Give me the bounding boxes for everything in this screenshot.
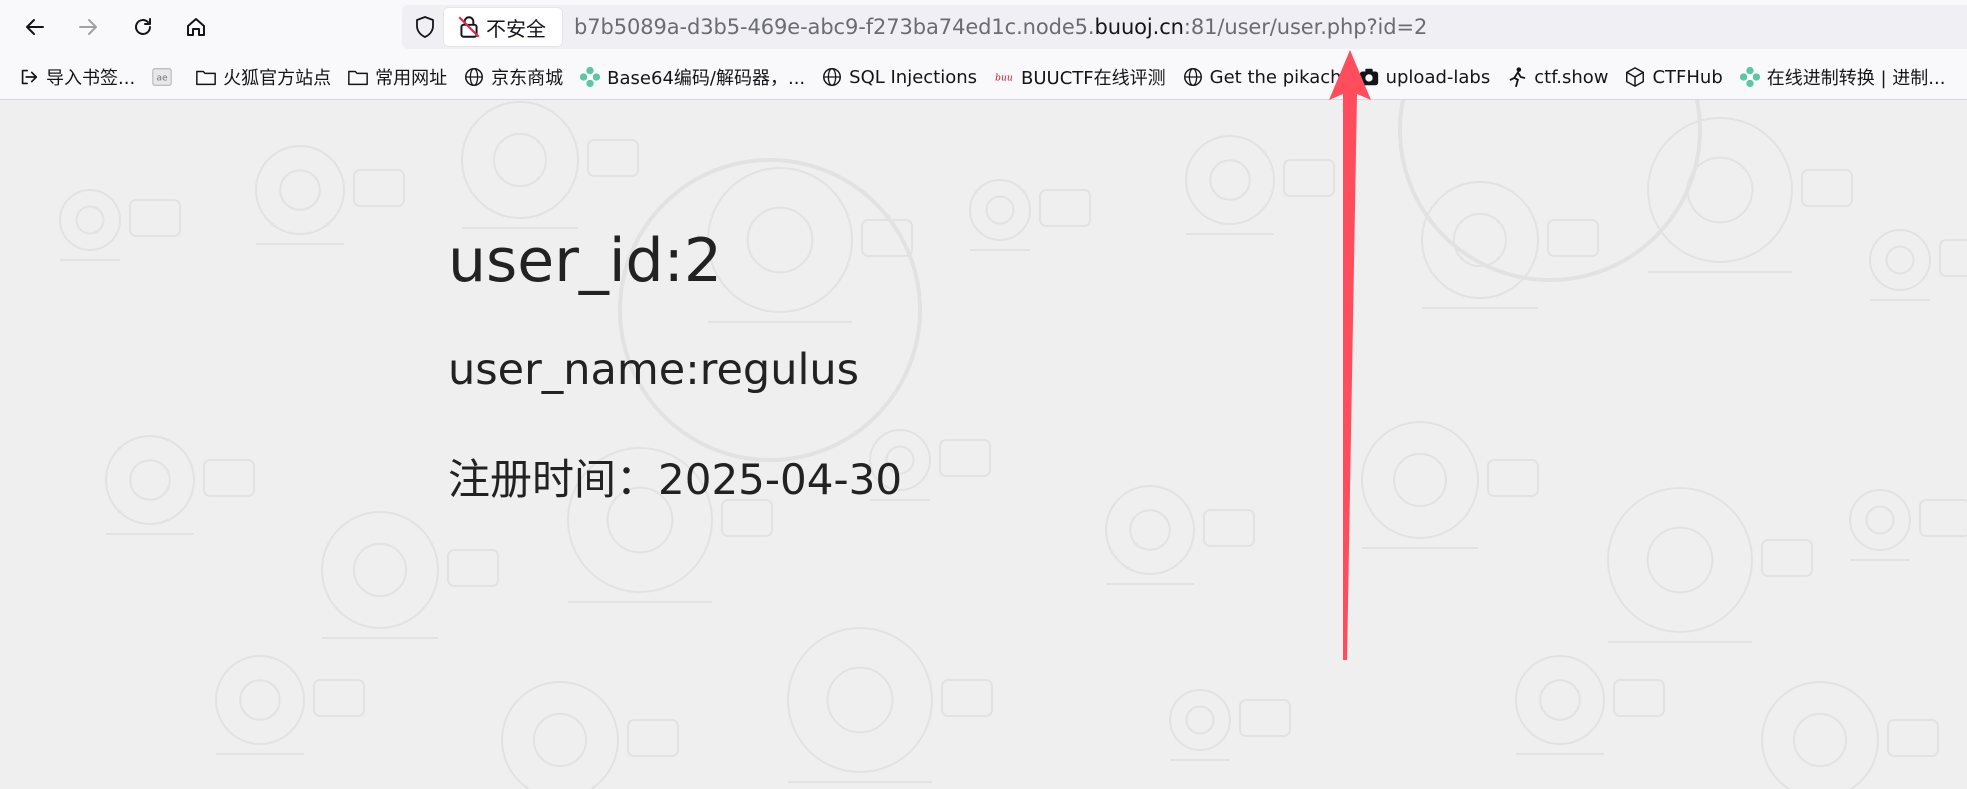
bookmark-label: 常用网址 xyxy=(375,68,448,89)
url-bar[interactable]: 不安全 b7b5089a-d3b5-469e-abc9-f273ba74ed1c… xyxy=(402,5,1967,49)
url-text[interactable]: b7b5089a-d3b5-469e-abc9-f273ba74ed1c.nod… xyxy=(574,5,1427,49)
security-indicator[interactable]: 不安全 xyxy=(444,8,562,46)
bookmark-item[interactable]: ae xyxy=(145,60,185,94)
url-domain: buuoj.cn xyxy=(1094,15,1184,39)
back-icon xyxy=(26,19,44,35)
runner-icon xyxy=(1506,66,1528,88)
import-icon xyxy=(18,66,40,88)
toolbar: 不安全 b7b5089a-d3b5-469e-abc9-f273ba74ed1c… xyxy=(0,0,1967,54)
bookmark-label: BUUCTF在线评测 xyxy=(1021,68,1166,89)
bookmark-item[interactable]: CTFHub xyxy=(1618,60,1728,94)
bookmark-label: 京东商城 xyxy=(491,68,564,89)
bookmark-item[interactable]: Get the pikach xyxy=(1176,60,1348,94)
globe-icon xyxy=(821,66,843,88)
bookmark-item[interactable]: ctf.show xyxy=(1500,60,1614,94)
background-doodle-pattern xyxy=(59,100,1967,789)
home-icon xyxy=(187,18,205,36)
page-content: user_id:2 user_name:regulus 注册时间：2025-04… xyxy=(0,100,1967,789)
bookmark-label: ctf.show xyxy=(1534,66,1609,88)
bookmark-label: upload-labs xyxy=(1385,66,1491,88)
url-prefix: b7b5089a-d3b5-469e-abc9-f273ba74ed1c.nod… xyxy=(574,15,1095,39)
bookmark-label: Base64编码/解码器，... xyxy=(607,68,806,89)
bookmark-label: 在线进制转换 | 进制... xyxy=(1766,68,1946,89)
folder-icon xyxy=(347,66,369,88)
back-button[interactable] xyxy=(17,9,53,45)
bookmark-item[interactable]: 在线进制转换 | 进制... xyxy=(1733,60,1952,94)
home-button[interactable] xyxy=(178,9,214,45)
bookmark-item[interactable]: Base64编码/解码器，... xyxy=(573,60,811,94)
reload-button[interactable] xyxy=(125,9,161,45)
security-label: 不安全 xyxy=(486,16,546,41)
bookmark-item[interactable]: 常用网址 xyxy=(341,60,453,94)
forward-icon xyxy=(79,19,97,35)
bookmark-label: 火狐官方站点 xyxy=(223,68,332,89)
user-name-text: user_name:regulus xyxy=(448,345,860,395)
arrow-shape xyxy=(1329,50,1371,660)
url-suffix: :81/user/user.php?id=2 xyxy=(1183,15,1428,39)
tracking-protection-shield-icon[interactable] xyxy=(412,14,438,40)
red-arrow-annotation xyxy=(1329,50,1371,660)
globe-icon xyxy=(1182,66,1204,88)
reload-icon xyxy=(135,18,151,35)
bookmark-item[interactable]: SQL Injections xyxy=(815,60,983,94)
folder-icon xyxy=(195,66,217,88)
bookmark-label: CTFHub xyxy=(1652,66,1723,88)
buu-icon: buu xyxy=(993,66,1015,88)
ae-icon: ae xyxy=(151,66,173,88)
svg-text:buu: buu xyxy=(995,73,1013,84)
svg-text:ae: ae xyxy=(157,73,169,84)
insecure-lock-icon xyxy=(458,16,480,38)
browser-chrome: 不安全 b7b5089a-d3b5-469e-abc9-f273ba74ed1c… xyxy=(0,0,1967,100)
gear-flower-icon xyxy=(1739,66,1761,88)
bookmarks-toolbar: 导入书签... ae 火狐官方站点 常用网址 京东商城 Base64编码/解码器，... S… xyxy=(0,56,1967,98)
bookmark-label: SQL Injections xyxy=(849,66,978,88)
bookmark-label: 导入书签... xyxy=(46,68,136,89)
forward-button[interactable] xyxy=(70,9,106,45)
cube-icon xyxy=(1624,66,1646,88)
gear-flower-icon xyxy=(579,66,601,88)
registration-time-text: 注册时间：2025-04-30 xyxy=(448,455,903,504)
bookmark-label: Get the pikach xyxy=(1209,66,1342,88)
bookmark-item[interactable]: 火狐官方站点 xyxy=(189,60,337,94)
bookmark-item[interactable]: 导入书签... xyxy=(12,60,141,94)
user-id-text: user_id:2 xyxy=(448,226,723,296)
bookmark-item[interactable]: buu BUUCTF在线评测 xyxy=(987,60,1172,94)
bookmark-item[interactable]: 京东商城 xyxy=(457,60,569,94)
globe-icon xyxy=(463,66,485,88)
